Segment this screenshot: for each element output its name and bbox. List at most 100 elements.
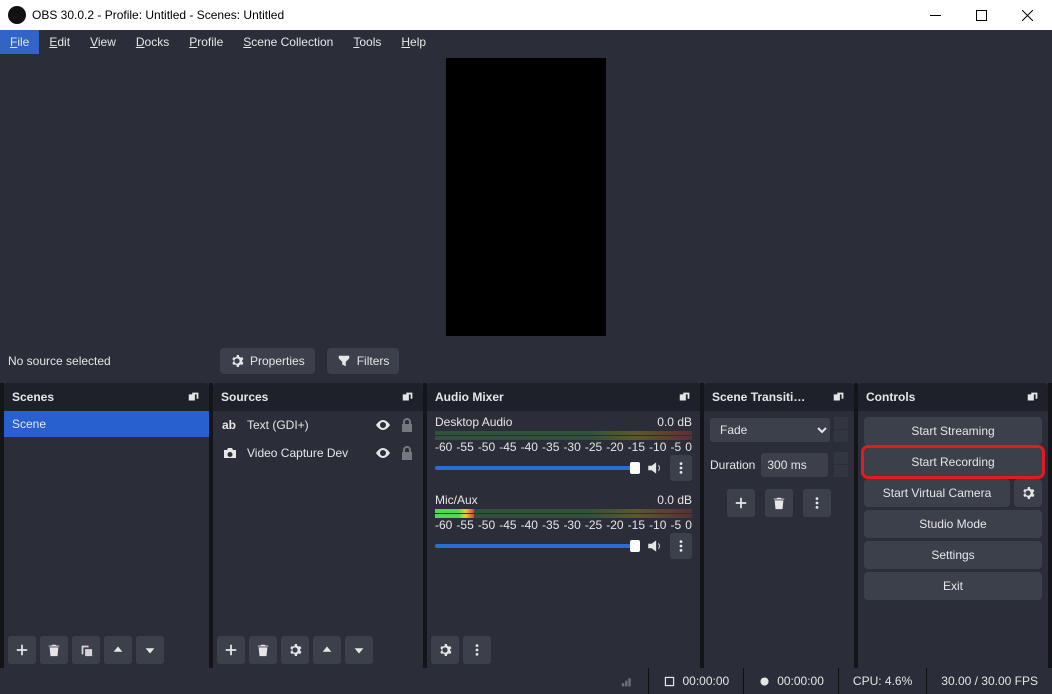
channel-menu-button[interactable] [670, 533, 692, 559]
source-add-button[interactable] [217, 636, 245, 664]
source-down-button[interactable] [345, 636, 373, 664]
menu-profile[interactable]: Profile [179, 30, 233, 54]
scenes-panel: Scenes Scene [4, 383, 209, 668]
source-item-video[interactable]: Video Capture Dev [213, 439, 423, 467]
record-icon [758, 675, 771, 688]
properties-button[interactable]: Properties [220, 348, 315, 374]
stream-time: 00:00:00 [648, 668, 743, 694]
channel-db: 0.0 dB [657, 493, 692, 507]
scene-filter-button[interactable] [72, 636, 100, 664]
source-properties-button[interactable] [281, 636, 309, 664]
cpu-status: CPU: 4.6% [838, 668, 926, 694]
scene-down-button[interactable] [136, 636, 164, 664]
start-virtual-camera-button[interactable]: Start Virtual Camera [864, 479, 1010, 507]
scenes-list[interactable]: Scene [4, 411, 209, 632]
menu-docks[interactable]: Docks [126, 30, 179, 54]
network-indicator [607, 668, 648, 694]
audio-meter: -60-55-50-45-40-35-30-25-20-15-10-50 [435, 509, 692, 529]
menubar: File Edit View Docks Profile Scene Colle… [0, 30, 1052, 54]
visibility-toggle-icon[interactable] [375, 417, 391, 433]
channel-menu-button[interactable] [670, 455, 692, 481]
volume-slider[interactable] [435, 466, 640, 470]
scenes-title: Scenes [12, 390, 54, 404]
exit-button[interactable]: Exit [864, 572, 1042, 600]
window-title: OBS 30.0.2 - Profile: Untitled - Scenes:… [32, 8, 284, 22]
scene-up-button[interactable] [104, 636, 132, 664]
menu-edit[interactable]: Edit [39, 30, 80, 54]
mixer-channel-mic: Mic/Aux 0.0 dB -60-55-50-45-40-35-30-25-… [427, 489, 700, 567]
controls-title: Controls [866, 390, 915, 404]
window-titlebar: OBS 30.0.2 - Profile: Untitled - Scenes:… [0, 0, 1052, 30]
trash-icon [47, 643, 61, 657]
duration-input[interactable] [761, 453, 828, 477]
window-close-button[interactable] [1004, 0, 1050, 30]
duration-label: Duration [710, 458, 755, 472]
status-bar: 00:00:00 00:00:00 CPU: 4.6% 30.00 / 30.0… [0, 668, 1052, 694]
menu-file[interactable]: File [0, 30, 39, 54]
source-item-text[interactable]: Text (GDI+) [213, 411, 423, 439]
plus-icon [15, 643, 29, 657]
fps-status: 30.00 / 30.00 FPS [926, 668, 1052, 694]
popout-icon[interactable] [401, 390, 415, 404]
lock-icon[interactable] [399, 417, 415, 433]
lock-icon[interactable] [399, 445, 415, 461]
virtual-camera-settings-button[interactable] [1014, 479, 1042, 507]
window-minimize-button[interactable] [912, 0, 958, 30]
transitions-title: Scene Transiti… [712, 390, 805, 404]
transition-remove-button[interactable] [765, 489, 793, 517]
visibility-toggle-icon[interactable] [375, 445, 391, 461]
dup-icon [79, 643, 93, 657]
filter-icon [337, 354, 351, 368]
menu-scenecoll[interactable]: Scene Collection [233, 30, 343, 54]
square-icon [663, 675, 676, 688]
camera-icon [222, 445, 238, 461]
start-recording-button[interactable]: Start Recording [864, 448, 1042, 476]
sources-panel: Sources Text (GDI+) Video Capture Dev [213, 383, 423, 668]
popout-icon[interactable] [187, 390, 201, 404]
transition-select[interactable]: Fade [710, 418, 830, 442]
audio-mixer-panel: Audio Mixer Desktop Audio 0.0 dB -60-55-… [427, 383, 700, 668]
scene-item[interactable]: Scene [4, 411, 209, 437]
studio-mode-button[interactable]: Studio Mode [864, 510, 1042, 538]
volume-slider[interactable] [435, 544, 640, 548]
mixer-settings-button[interactable] [431, 636, 459, 664]
sources-list[interactable]: Text (GDI+) Video Capture Dev [213, 411, 423, 632]
popout-icon[interactable] [832, 390, 846, 404]
channel-name: Mic/Aux [435, 493, 478, 507]
text-icon [222, 417, 238, 433]
obs-logo-icon [8, 6, 26, 24]
source-toolbar: No source selected Properties Filters [0, 339, 1052, 383]
settings-button[interactable]: Settings [864, 541, 1042, 569]
gear-icon [230, 354, 244, 368]
menu-tools[interactable]: Tools [343, 30, 391, 54]
transition-add-button[interactable] [727, 489, 755, 517]
sources-title: Sources [221, 390, 268, 404]
filters-button[interactable]: Filters [327, 348, 400, 374]
duration-spin[interactable] [834, 452, 848, 477]
transition-spin[interactable] [834, 417, 848, 442]
window-maximize-button[interactable] [958, 0, 1004, 30]
audio-meter: -60-55-50-45-40-35-30-25-20-15-10-50 [435, 431, 692, 451]
chevron-down-icon [143, 643, 157, 657]
speaker-icon[interactable] [646, 459, 664, 477]
transition-menu-button[interactable] [803, 489, 831, 517]
popout-icon[interactable] [1026, 390, 1040, 404]
menu-view[interactable]: View [80, 30, 126, 54]
speaker-icon[interactable] [646, 537, 664, 555]
start-streaming-button[interactable]: Start Streaming [864, 417, 1042, 445]
preview-area[interactable] [0, 54, 1052, 339]
mixer-menu-button[interactable] [463, 636, 491, 664]
menu-help[interactable]: Help [391, 30, 436, 54]
channel-db: 0.0 dB [657, 415, 692, 429]
scene-add-button[interactable] [8, 636, 36, 664]
preview-canvas [446, 58, 606, 336]
controls-panel: Controls Start Streaming Start Recording… [858, 383, 1048, 668]
popout-icon[interactable] [678, 390, 692, 404]
source-up-button[interactable] [313, 636, 341, 664]
source-remove-button[interactable] [249, 636, 277, 664]
mixer-title: Audio Mixer [435, 390, 504, 404]
no-source-label: No source selected [8, 354, 208, 368]
chevron-up-icon [111, 643, 125, 657]
scene-remove-button[interactable] [40, 636, 68, 664]
record-time: 00:00:00 [743, 668, 838, 694]
